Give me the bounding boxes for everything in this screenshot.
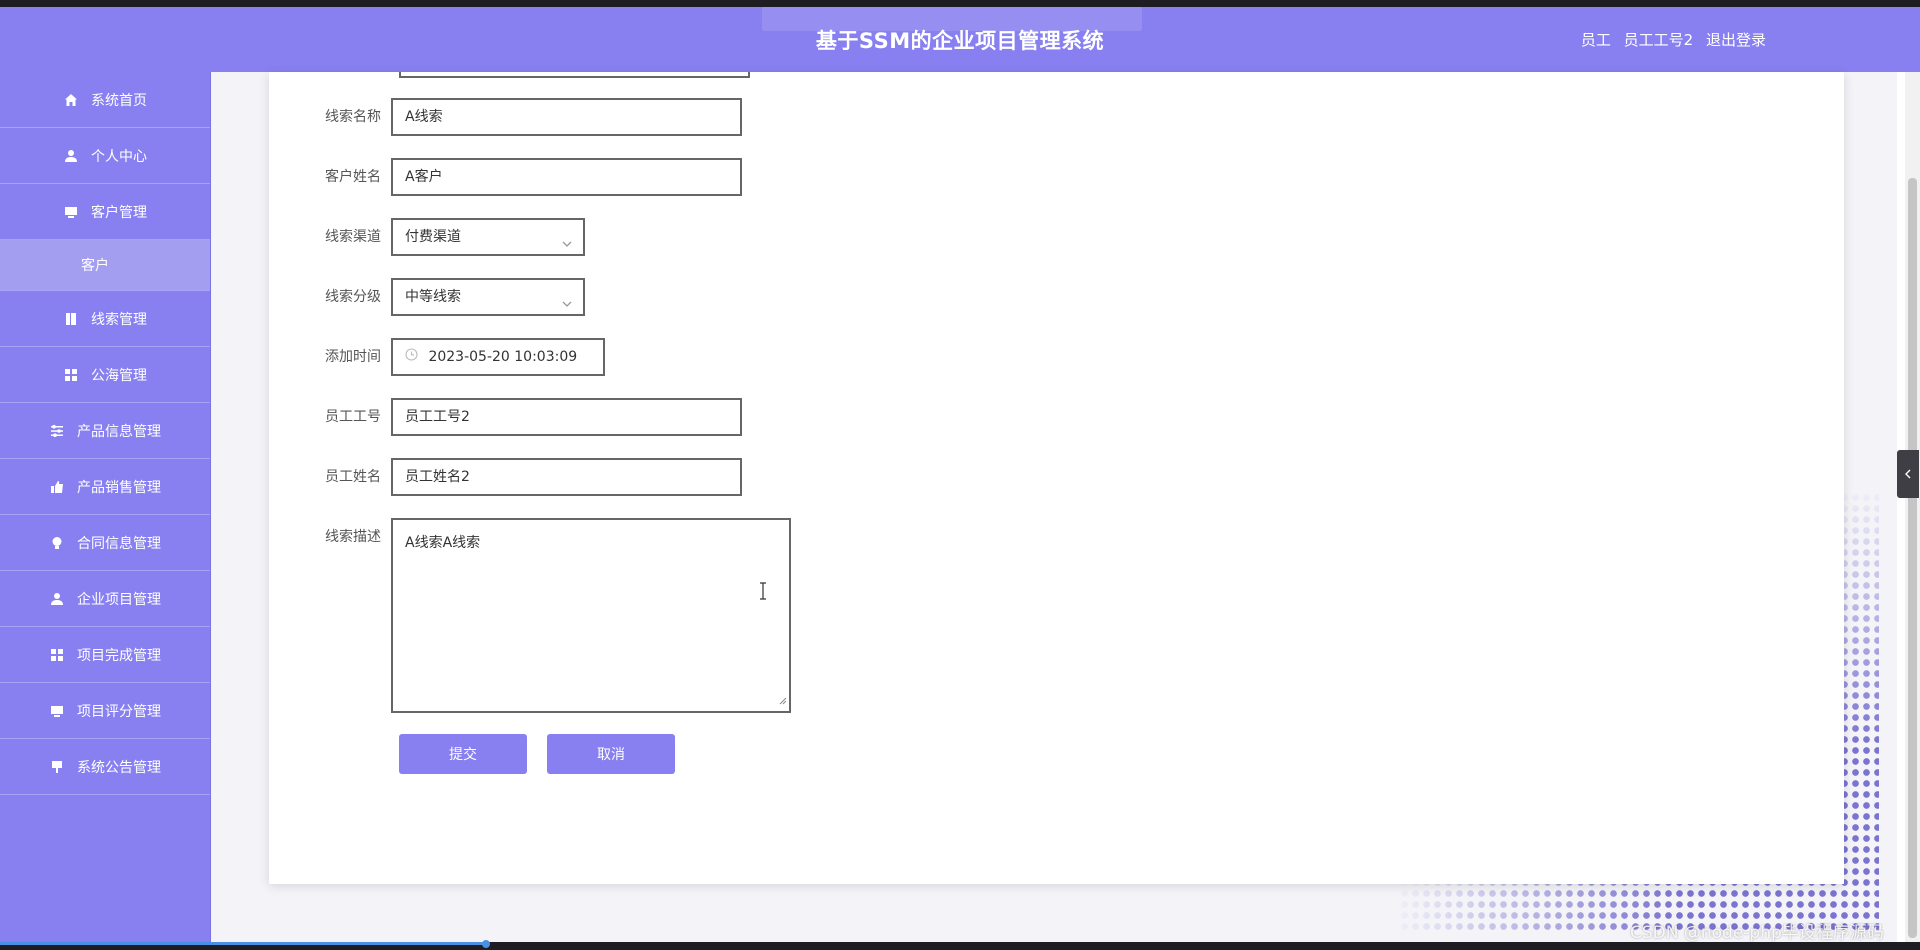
- home-icon: [63, 92, 79, 108]
- scrollbar-thumb[interactable]: [1908, 178, 1917, 938]
- employee-no-row: 员工工号 员工工号2: [269, 398, 742, 436]
- user-icon: [49, 591, 65, 607]
- chevron-down-icon: [561, 289, 573, 323]
- sidebar-item-home[interactable]: 系统首页: [0, 72, 210, 128]
- sidebar-item-product-info[interactable]: 产品信息管理: [0, 403, 210, 459]
- monitor-icon: [49, 703, 65, 719]
- book-icon: [63, 311, 79, 327]
- clue-desc-label: 线索描述: [325, 529, 381, 545]
- add-time-value: 2023-05-20 10:03:09: [428, 349, 578, 365]
- clue-name-label: 线索名称: [325, 109, 381, 125]
- chevron-down-icon: [561, 229, 573, 263]
- clue-desc-textarea[interactable]: A线索A线索: [391, 518, 791, 713]
- employee-name-input[interactable]: 员工姓名2: [391, 458, 742, 496]
- sidebar-item-label: 系统首页: [91, 92, 147, 109]
- add-time-row: 添加时间 2023-05-20 10:03:09: [269, 338, 605, 376]
- chevron-left-icon: [1903, 465, 1913, 484]
- clue-grade-label: 线索分级: [325, 289, 381, 305]
- form-card: 线索名称 A线索 客户姓名 A客户 线索渠道 付费渠道 线索分级 中等线索 添加…: [269, 72, 1844, 884]
- sidebar-item-label: 客户管理: [91, 204, 147, 221]
- clue-grade-value: 中等线索: [405, 289, 461, 305]
- employee-no-input[interactable]: 员工工号2: [391, 398, 742, 436]
- user-icon: [63, 148, 79, 164]
- side-panel-toggle[interactable]: [1897, 450, 1919, 498]
- sidebar-item-label: 公海管理: [91, 367, 147, 384]
- customer-name-row: 客户姓名 A客户: [269, 158, 742, 196]
- text-cursor-icon: [758, 582, 768, 604]
- cancel-button[interactable]: 取消: [547, 734, 675, 774]
- sliders-icon: [49, 423, 65, 439]
- logout-link[interactable]: 退出登录: [1706, 31, 1766, 49]
- clipped-field-bottom: [399, 72, 750, 78]
- user-info: 员工 员工工号2 退出登录: [1573, 29, 1766, 50]
- sidebar-item-label: 项目评分管理: [77, 703, 161, 720]
- sidebar-item-profile[interactable]: 个人中心: [0, 128, 210, 184]
- add-time-input[interactable]: 2023-05-20 10:03:09: [391, 338, 605, 376]
- employee-name-row: 员工姓名 员工姓名2: [269, 458, 742, 496]
- clue-name-input[interactable]: A线索: [391, 98, 742, 136]
- watermark: CSDN @node-php毕设程序源码: [1630, 923, 1884, 943]
- clue-name-row: 线索名称 A线索: [269, 98, 742, 136]
- sidebar-item-announcement[interactable]: 系统公告管理: [0, 739, 210, 795]
- sidebar-item-label: 合同信息管理: [77, 535, 161, 552]
- add-time-label: 添加时间: [325, 349, 381, 365]
- sidebar-item-label: 产品销售管理: [77, 479, 161, 496]
- sidebar-item-clue-mgmt[interactable]: 线索管理: [0, 291, 210, 347]
- progress-dot: [482, 940, 490, 948]
- sidebar-item-label: 项目完成管理: [77, 647, 161, 664]
- clue-channel-value: 付费渠道: [405, 229, 461, 245]
- clue-channel-select[interactable]: 付费渠道: [391, 218, 585, 256]
- sidebar-subitem-customer[interactable]: 客户: [0, 240, 210, 291]
- sidebar-item-enterprise-project[interactable]: 企业项目管理: [0, 571, 210, 627]
- sidebar-item-label: 系统公告管理: [77, 759, 161, 776]
- clock-icon: [405, 340, 418, 374]
- sidebar-item-label: 产品信息管理: [77, 423, 161, 440]
- sidebar: 系统首页 个人中心 客户管理 客户 线索管理 公海管理 产品信息管理 产品销售管…: [0, 72, 211, 942]
- grid-icon: [63, 367, 79, 383]
- clue-desc-row: 线索描述 A线索A线索: [269, 518, 791, 713]
- app-header: 基于SSM的企业项目管理系统 员工 员工工号2 退出登录: [0, 7, 1920, 72]
- grid-icon: [49, 647, 65, 663]
- employee-name-label: 员工姓名: [325, 469, 381, 485]
- sidebar-item-product-sales[interactable]: 产品销售管理: [0, 459, 210, 515]
- clue-grade-row: 线索分级 中等线索: [269, 278, 585, 316]
- thumb-icon: [49, 479, 65, 495]
- user-role: 员工: [1580, 31, 1611, 49]
- sidebar-item-label: 线索管理: [91, 311, 147, 328]
- sidebar-item-contract-info[interactable]: 合同信息管理: [0, 515, 210, 571]
- sidebar-item-customer-mgmt[interactable]: 客户管理: [0, 184, 210, 240]
- resize-handle-icon[interactable]: [777, 693, 787, 709]
- monitor-icon: [63, 204, 79, 220]
- sidebar-item-project-completion[interactable]: 项目完成管理: [0, 627, 210, 683]
- window-top-strip: [0, 0, 1920, 7]
- pin-icon: [49, 759, 65, 775]
- bulb-icon: [49, 535, 65, 551]
- clue-grade-select[interactable]: 中等线索: [391, 278, 585, 316]
- employee-no-label: 员工工号: [325, 409, 381, 425]
- sidebar-item-label: 企业项目管理: [77, 591, 161, 608]
- customer-name-label: 客户姓名: [325, 169, 381, 185]
- sidebar-item-label: 个人中心: [91, 148, 147, 165]
- sidebar-item-public-pool[interactable]: 公海管理: [0, 347, 210, 403]
- user-name: 员工工号2: [1623, 31, 1694, 49]
- progress-accent: [0, 942, 485, 945]
- submit-button[interactable]: 提交: [399, 734, 527, 774]
- clue-desc-value: A线索A线索: [405, 535, 481, 551]
- clue-channel-row: 线索渠道 付费渠道: [269, 218, 585, 256]
- clue-channel-label: 线索渠道: [325, 229, 381, 245]
- customer-name-input[interactable]: A客户: [391, 158, 742, 196]
- sidebar-subitem-label: 客户: [81, 258, 109, 274]
- sidebar-item-project-rating[interactable]: 项目评分管理: [0, 683, 210, 739]
